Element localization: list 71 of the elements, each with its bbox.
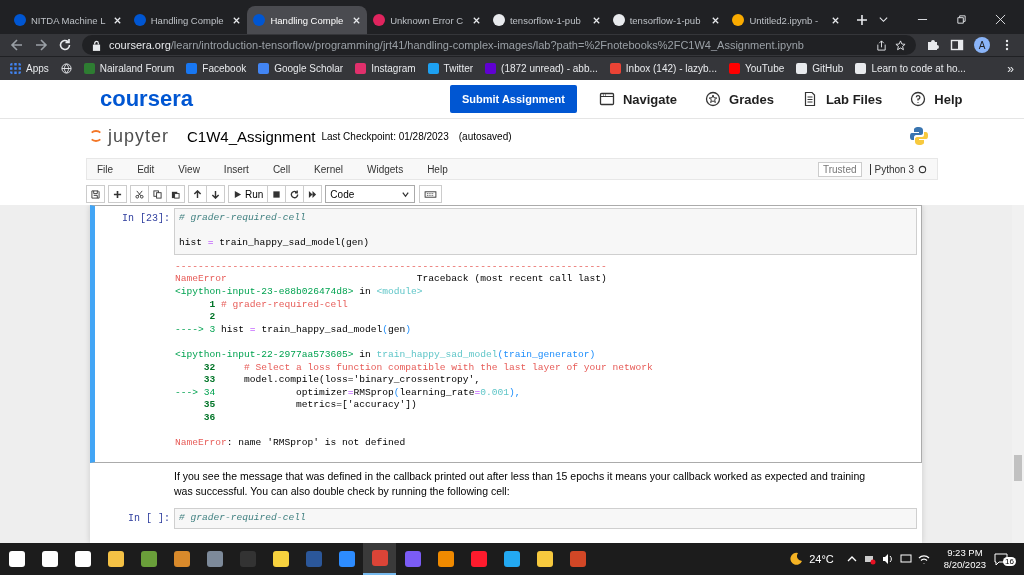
notification-count: 16: [1003, 557, 1016, 566]
notifications-button[interactable]: 16: [994, 552, 1024, 566]
code-line: # grader-required-cell: [179, 212, 307, 225]
bookmark-link[interactable]: Nairaland Forum: [83, 63, 175, 74]
more-bookmarks-button[interactable]: »: [1007, 61, 1014, 76]
kernel-name[interactable]: Python 3: [869, 163, 914, 175]
menu-item[interactable]: View: [178, 163, 200, 175]
traceback-line: NameError Traceback (most recent call last): [175, 273, 608, 286]
bookmark-link[interactable]: Twitter: [427, 63, 474, 74]
menu-item[interactable]: Insert: [223, 163, 249, 175]
bookmark-link[interactable]: GitHub: [796, 63, 844, 74]
clock-time: 9:23 PM: [947, 547, 983, 559]
code-input[interactable]: # grader-required-cell hist = train_happy_sad_model(gen): [174, 208, 917, 255]
cell-type-dropdown[interactable]: Code: [325, 185, 416, 203]
traceback-line: 2: [208, 311, 217, 324]
clock[interactable]: 9:23 PM 8/20/2023: [943, 547, 986, 571]
clock-date: 8/20/2023: [943, 559, 986, 571]
menu-item[interactable]: File: [97, 163, 114, 175]
header-nav-link[interactable]: Grades: [705, 91, 774, 107]
input-prompt: In [23]:: [121, 212, 171, 226]
header-nav-link[interactable]: Navigate: [598, 91, 678, 107]
traceback-line: 35 metrics=['accuracy']): [202, 399, 418, 412]
menu-item[interactable]: Cell: [272, 163, 291, 175]
traceback-line: 32 # Select a loss function compatible with the last layer of your network: [202, 361, 654, 375]
bookmark-link[interactable]: Google Scholar: [258, 63, 344, 74]
menu-item[interactable]: Kernel: [314, 163, 343, 175]
checkpoint-text: Last Checkpoint: 01/28/2023: [321, 130, 449, 142]
menu-item[interactable]: Widgets: [367, 163, 404, 175]
traceback-line: ---> 34 optimizer=RMSprop(learning_rate=0.001),: [175, 386, 522, 400]
menu-item[interactable]: Edit: [137, 163, 155, 175]
bookmark-link[interactable]: Instagram: [355, 63, 416, 74]
browser-tab[interactable]: Handling Comple: [247, 6, 368, 34]
traceback-line: 1 # grader-required-cell: [208, 298, 349, 312]
bookmark-link[interactable]: YouTube: [728, 63, 785, 74]
weather-temperature[interactable]: 24°C: [809, 553, 834, 565]
notebook-name[interactable]: C1W4_Assignment: [187, 127, 316, 145]
bookmark-link[interactable]: Inbox (142) - lazyb...: [609, 63, 717, 74]
coursera-logo[interactable]: coursera: [100, 86, 450, 112]
browser-tab[interactable]: tensorflow-1-pub: [606, 6, 727, 34]
markdown-text: If you see the message that was defined in the callback printed out after less than 15 epochs it means your callback worked as expected and training was successful. You can also double check by running the following cell:: [173, 468, 867, 499]
code-line: hist = train_happy_sad_model(gen): [179, 236, 370, 250]
bookmark-link[interactable]: Facebook: [186, 63, 247, 74]
traceback-line: NameError: name 'RMSprop' is not defined: [175, 436, 407, 450]
traceback-line: <ipython-input-22-2977aa573605> in train_happy_sad_model(train_generator): [175, 347, 597, 362]
bookmark-link[interactable]: (1872 unread) - abb...: [485, 63, 598, 74]
traceback-line: ----> 3 hist = train_happy_sad_model(gen): [175, 323, 413, 337]
apps-link[interactable]: Apps: [10, 63, 49, 74]
browser-tab[interactable]: Untitled2.ipynb -: [726, 6, 847, 34]
traceback-line: <ipython-input-23-e88b026474d8> in <module>: [175, 285, 424, 299]
traceback-line: ---------------------------------------------------------------------------: [175, 260, 608, 274]
bookmark-link[interactable]: Learn to code at ho...: [855, 63, 966, 74]
address-bar[interactable]: coursera.org/learn/introduction-tensorflow/programming/jrt41/handling-complex-images/lab?path=%2Fnotebooks%2FC1W4_Assignment.ipynb: [82, 35, 916, 55]
profile-avatar[interactable]: A: [974, 37, 990, 53]
submit-assignment-button[interactable]: Submit Assignment: [450, 85, 577, 113]
browser-tab[interactable]: Handling Comple: [127, 6, 248, 34]
header-nav-link[interactable]: Help: [910, 91, 963, 107]
code-input[interactable]: # grader-required-cell: [174, 507, 917, 530]
browser-tab[interactable]: tensorflow-1-pub: [486, 6, 607, 34]
code-line: # grader-required-cell: [179, 511, 307, 525]
traceback-line: 36: [202, 411, 217, 425]
run-button[interactable]: Run: [228, 185, 269, 203]
traceback-line: 33 model.compile(loss='binary_crossentropy',: [202, 374, 482, 387]
jupyter-logo[interactable]: jupyter: [108, 125, 170, 147]
trusted-indicator[interactable]: Trusted: [818, 161, 862, 177]
header-nav-link[interactable]: Lab Files: [801, 91, 883, 107]
code-cell[interactable]: In [ ]: # grader-required-cell: [90, 504, 922, 531]
input-prompt: In [ ]:: [127, 511, 171, 526]
menu-item[interactable]: Help: [427, 163, 448, 175]
browser-tab[interactable]: NITDA Machine L: [8, 6, 128, 34]
autosave-status: (autosaved): [458, 130, 512, 142]
browser-tab[interactable]: Unknown Error C: [367, 6, 487, 34]
